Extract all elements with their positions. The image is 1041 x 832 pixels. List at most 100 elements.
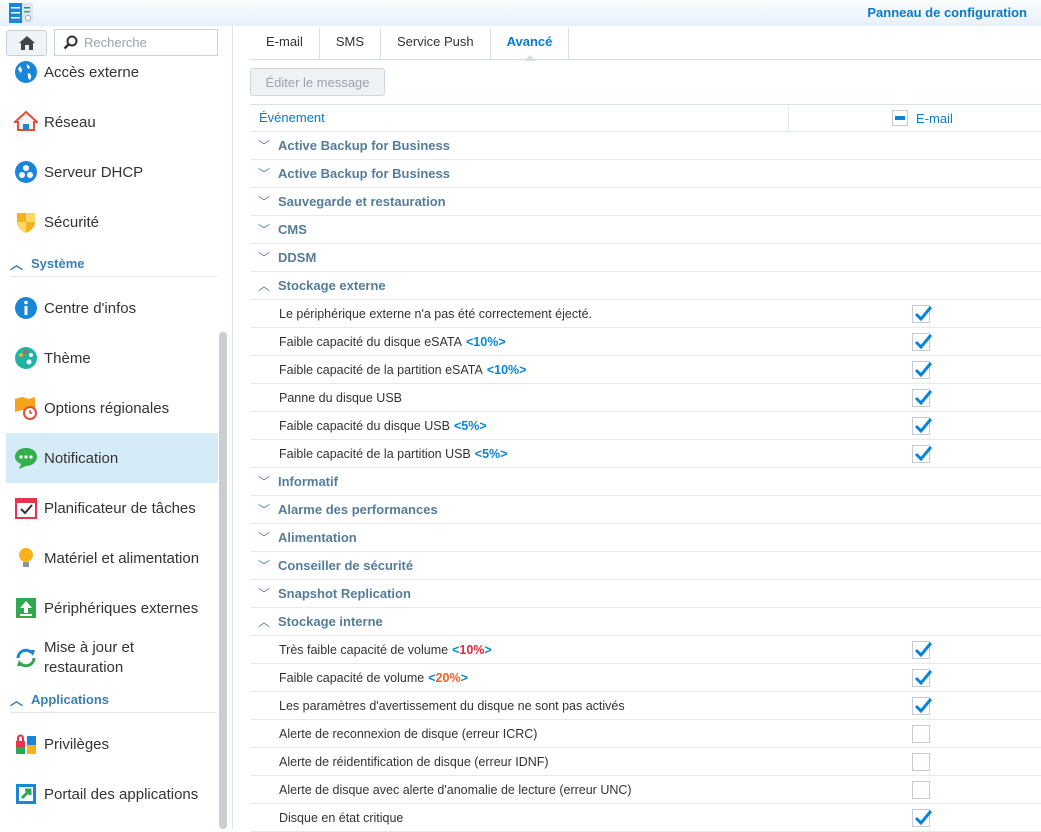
event-row: Disque en état critique — [250, 804, 1041, 832]
email-checkbox[interactable] — [912, 305, 932, 323]
group-label: CMS — [278, 222, 307, 237]
checkmark-icon — [914, 334, 932, 350]
chevron-down-icon[interactable]: ﹀ — [258, 529, 270, 546]
chevron-down-icon[interactable]: ﹀ — [258, 193, 270, 210]
sidebar-item-portail[interactable]: Portail des applications — [6, 769, 218, 819]
sidebar-item-label: Planificateur de tâches — [44, 499, 196, 517]
chevron-up-icon[interactable]: ︿ — [258, 277, 270, 294]
group-row[interactable]: ﹀ Conseiller de sécurité — [250, 552, 1041, 580]
bracket-close: > — [484, 642, 492, 657]
control-panel-app-icon — [9, 3, 33, 23]
group-label: Stockage interne — [278, 614, 383, 629]
event-row: Les paramètres d'avertissement du disque… — [250, 692, 1041, 720]
tab-email[interactable]: E-mail — [250, 28, 320, 60]
column-header-event[interactable]: Événement — [250, 105, 789, 131]
chevron-down-icon[interactable]: ﹀ — [258, 585, 270, 602]
chat-bubble-icon — [14, 446, 38, 470]
tab-avance[interactable]: Avancé — [491, 28, 570, 61]
threshold-link[interactable]: <5%> — [454, 419, 487, 433]
edit-message-button[interactable]: Éditer le message — [250, 68, 385, 96]
group-label: Alimentation — [278, 530, 357, 545]
threshold-link[interactable]: <10%> — [466, 335, 506, 349]
tab-sms[interactable]: SMS — [320, 28, 382, 60]
email-checkbox[interactable] — [912, 361, 932, 379]
event-row: Faible capacité de volume <20%> — [250, 664, 1041, 692]
group-row[interactable]: ﹀ Snapshot Replication — [250, 580, 1041, 608]
bracket-open: < — [474, 446, 483, 461]
group-row[interactable]: ﹀ DDSM — [250, 244, 1041, 272]
palette-icon — [14, 346, 38, 370]
chevron-down-icon[interactable]: ﹀ — [258, 473, 270, 490]
sidebar-item-serveur-dhcp[interactable]: Serveur DHCP — [6, 147, 218, 197]
sidebar-item-securite[interactable]: Sécurité — [6, 197, 218, 247]
email-checkbox[interactable] — [912, 445, 932, 463]
threshold-value: 5% — [461, 418, 480, 433]
group-row[interactable]: ︿ Stockage externe — [250, 272, 1041, 300]
sidebar-item-label: Thème — [44, 349, 91, 367]
threshold-link[interactable]: <5%> — [475, 447, 508, 461]
select-all-checkbox[interactable] — [892, 110, 908, 126]
email-checkbox[interactable] — [912, 697, 932, 715]
chevron-down-icon[interactable]: ﹀ — [258, 165, 270, 182]
shield-icon — [14, 210, 38, 234]
sidebar-item-label: Options régionales — [44, 399, 170, 417]
sidebar-item-privileges[interactable]: Privilèges — [6, 719, 218, 769]
sidebar-item-materiel[interactable]: Matériel et alimentation — [6, 533, 218, 583]
sidebar-item-peripheriques[interactable]: Périphériques externes — [6, 583, 218, 633]
chevron-down-icon[interactable]: ﹀ — [258, 249, 270, 266]
event-label: Très faible capacité de volume — [279, 642, 449, 657]
checkmark-icon — [914, 698, 932, 714]
event-label: Faible capacité du disque USB — [279, 418, 450, 433]
group-row[interactable]: ﹀ CMS — [250, 216, 1041, 244]
group-row[interactable]: ﹀ Informatif — [250, 468, 1041, 496]
email-checkbox[interactable] — [912, 753, 930, 771]
chevron-down-icon[interactable]: ﹀ — [258, 557, 270, 574]
threshold-value: 10% — [459, 642, 485, 657]
group-row[interactable]: ﹀ Alimentation — [250, 524, 1041, 552]
sidebar-item-label: Réseau — [44, 113, 96, 131]
sidebar-item-reseau[interactable]: Réseau — [6, 97, 218, 147]
chevron-down-icon[interactable]: ﹀ — [258, 137, 270, 154]
threshold-link[interactable]: <10%> — [452, 643, 492, 657]
globe-icon — [14, 60, 38, 84]
event-row: Faible capacité de la partition USB <5%> — [250, 440, 1041, 468]
email-checkbox[interactable] — [912, 417, 932, 435]
checkmark-icon — [914, 390, 932, 406]
calendar-check-icon — [14, 496, 38, 520]
email-checkbox[interactable] — [912, 809, 932, 827]
threshold-link[interactable]: <20%> — [428, 671, 468, 685]
chevron-up-icon[interactable]: ︿ — [258, 613, 270, 630]
event-label: Faible capacité du disque eSATA — [279, 334, 462, 349]
sidebar-item-theme[interactable]: Thème — [6, 333, 218, 383]
sidebar-item-label: Centre d'infos — [44, 299, 137, 317]
event-label: Faible capacité de la partition USB — [279, 446, 471, 461]
sidebar-item-centre-infos[interactable]: Centre d'infos — [6, 283, 218, 333]
sidebar-item-options-regionales[interactable]: Options régionales — [6, 383, 218, 433]
checkmark-icon — [914, 362, 932, 378]
section-systeme[interactable]: ︿ Système — [10, 251, 217, 277]
email-checkbox[interactable] — [912, 641, 932, 659]
event-row: Panne du disque USB — [250, 384, 1041, 412]
sidebar-item-mise-a-jour[interactable]: Mise à jour et restauration — [6, 633, 218, 683]
email-checkbox[interactable] — [912, 725, 930, 743]
group-row[interactable]: ︿ Stockage interne — [250, 608, 1041, 636]
email-checkbox[interactable] — [912, 781, 930, 799]
email-checkbox[interactable] — [912, 669, 932, 687]
group-row[interactable]: ﹀ Active Backup for Business — [250, 160, 1041, 188]
column-header-email: E-mail — [789, 105, 1041, 131]
sidebar-item-acces-externe[interactable]: Accès externe — [6, 47, 218, 97]
chevron-down-icon[interactable]: ﹀ — [258, 221, 270, 238]
group-row[interactable]: ﹀ Alarme des performances — [250, 496, 1041, 524]
email-checkbox[interactable] — [912, 333, 932, 351]
sidebar-item-planificateur[interactable]: Planificateur de tâches — [6, 483, 218, 533]
tab-service-push[interactable]: Service Push — [381, 28, 491, 60]
email-checkbox[interactable] — [912, 389, 932, 407]
group-row[interactable]: ﹀ Active Backup for Business — [250, 132, 1041, 160]
event-label: Panne du disque USB — [279, 390, 403, 405]
chevron-down-icon[interactable]: ﹀ — [258, 501, 270, 518]
group-row[interactable]: ﹀ Sauvegarde et restauration — [250, 188, 1041, 216]
threshold-link[interactable]: <10%> — [487, 363, 527, 377]
sidebar-item-notification[interactable]: Notification — [6, 433, 218, 483]
sidebar-scrollbar[interactable] — [219, 332, 227, 829]
section-applications[interactable]: ︿ Applications — [10, 687, 217, 713]
